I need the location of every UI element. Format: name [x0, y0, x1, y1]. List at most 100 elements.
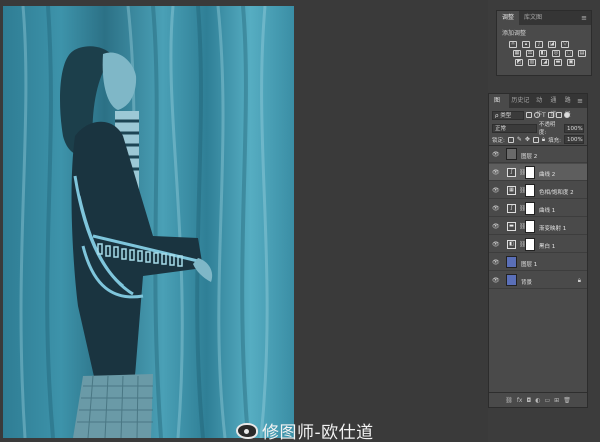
layer-name[interactable]: 渐变映射 1: [539, 224, 566, 232]
layer-thumbnail: [506, 256, 517, 268]
lock-position-icon[interactable]: ✥: [525, 136, 530, 143]
mask-icon[interactable]: ◘: [526, 397, 531, 404]
threshold-icon[interactable]: ◢: [541, 59, 549, 66]
curves-adjustment-icon: ∫: [507, 204, 516, 213]
visibility-eye-icon[interactable]: 👁︎: [492, 277, 500, 284]
brightness-contrast-icon[interactable]: ☼: [509, 41, 517, 48]
layer-mask-thumbnail[interactable]: [525, 166, 535, 179]
filter-pixel-icon[interactable]: [526, 112, 532, 118]
hue-saturation-adjustment-icon: ▦: [507, 186, 516, 195]
panel-menu-icon[interactable]: ≡: [577, 97, 583, 105]
layer-row[interactable]: 👁︎ ▦ ⛓︎ 色相/饱和度 2: [489, 182, 587, 199]
lock-transparent-icon[interactable]: [507, 136, 514, 143]
panel-menu-icon[interactable]: ≡: [581, 14, 587, 22]
tab-history[interactable]: 历史记录: [509, 94, 534, 118]
tab-actions[interactable]: 动作: [534, 94, 548, 118]
photo-content: [19, 6, 269, 438]
layer-name[interactable]: 曲线 1: [539, 206, 555, 214]
color-balance-icon[interactable]: ⚖: [526, 50, 534, 57]
tab-adjustments[interactable]: 调整: [497, 11, 520, 25]
vibrance-icon[interactable]: ▽: [561, 41, 569, 48]
fx-icon[interactable]: fx: [517, 397, 523, 404]
lock-icon: 🔒︎: [577, 277, 581, 284]
layers-tabs: 图层 历史记录 动作 通道 路径 ≡: [489, 94, 587, 118]
blend-mode-dropdown[interactable]: 正常: [492, 123, 537, 133]
filter-smart-object-icon[interactable]: [555, 112, 562, 118]
new-layer-icon[interactable]: ⊞: [554, 397, 559, 404]
gradient-map-adjustment-icon: ▬: [507, 222, 516, 231]
layer-name[interactable]: 黑白 1: [539, 242, 555, 250]
trash-icon[interactable]: 🗑︎: [563, 397, 571, 404]
layer-row[interactable]: 👁︎ 背景 🔒︎: [489, 272, 587, 289]
gradient-map-icon[interactable]: ▬: [554, 59, 562, 66]
tab-paths[interactable]: 路径: [563, 94, 577, 118]
layers-footer: ⛓︎ fx ◘ ◐ ▭ ⊞ 🗑︎: [489, 392, 587, 407]
posterize-icon[interactable]: ▥: [528, 59, 536, 66]
layer-name[interactable]: 图层 1: [521, 260, 537, 268]
layer-name[interactable]: 色相/饱和度 2: [539, 188, 574, 196]
levels-icon[interactable]: ▴: [522, 41, 530, 48]
visibility-eye-icon[interactable]: 👁︎: [492, 205, 500, 212]
canvas-area[interactable]: [0, 0, 488, 442]
layer-row[interactable]: 👁︎ ▬ ⛓︎ 渐变映射 1: [489, 218, 587, 235]
lock-label: 锁定:: [492, 137, 505, 144]
document-image[interactable]: [3, 6, 294, 438]
fill-label: 填充:: [548, 137, 561, 144]
layer-mask-thumbnail[interactable]: [525, 202, 535, 215]
exposure-icon[interactable]: ◪: [548, 41, 556, 48]
layer-row[interactable]: 👁︎ 图层 1: [489, 254, 587, 271]
folder-icon[interactable]: ▭: [544, 397, 550, 404]
blend-row: 正常 不透明度: 100%: [489, 122, 587, 136]
opacity-input[interactable]: 100%: [564, 123, 584, 133]
tab-layers[interactable]: 图层: [489, 94, 510, 118]
selective-color-icon[interactable]: ▣: [567, 59, 575, 66]
lock-artboard-icon[interactable]: [532, 136, 539, 143]
tab-library[interactable]: 库文图: [519, 11, 547, 25]
filter-toggle-icon[interactable]: [563, 112, 570, 118]
watermark-text: 修图师-欧仕道: [262, 423, 374, 442]
curves-adjustment-icon: ∫: [507, 168, 516, 177]
layer-name[interactable]: 背景: [521, 278, 532, 286]
visibility-eye-icon[interactable]: 👁︎: [492, 151, 500, 158]
invert-icon[interactable]: ◩: [515, 59, 523, 66]
layer-row[interactable]: 👁︎ ∫ ⛓︎ 曲线 1: [489, 200, 587, 217]
weibo-logo-icon: [236, 422, 258, 439]
watermark: 修图师-欧仕道: [236, 418, 374, 442]
tab-channels[interactable]: 通道: [548, 94, 562, 118]
fill-input[interactable]: 100%: [563, 135, 584, 144]
opacity-label: 不透明度:: [538, 122, 556, 136]
layer-row[interactable]: 👁︎ 图层 2: [489, 146, 587, 163]
lock-all-icon[interactable]: 🔒︎: [542, 136, 545, 144]
visibility-eye-icon[interactable]: 👁︎: [492, 187, 500, 194]
layer-mask-thumbnail[interactable]: [525, 238, 535, 251]
layer-mask-thumbnail[interactable]: [525, 184, 535, 197]
layer-row[interactable]: 👁︎ ◧ ⛓︎ 黑白 1: [489, 236, 587, 253]
black-white-icon[interactable]: ◧: [539, 50, 547, 57]
filter-shape-icon[interactable]: [547, 112, 554, 118]
photo-filter-icon[interactable]: ◎: [552, 50, 560, 57]
adjustments-subtitle: 添加调整: [502, 30, 527, 37]
layer-filter-dropdown[interactable]: ρ 类型: [492, 110, 524, 120]
channel-mixer-icon[interactable]: ◌: [565, 50, 573, 57]
adjustment-icon[interactable]: ◐: [535, 397, 540, 404]
filter-adjustment-icon[interactable]: [534, 112, 540, 118]
hue-saturation-icon[interactable]: ▦: [513, 50, 521, 57]
layer-mask-thumbnail[interactable]: [525, 220, 535, 233]
visibility-eye-icon[interactable]: 👁︎: [492, 169, 500, 176]
link-icon[interactable]: ⛓︎: [505, 397, 513, 404]
curves-icon[interactable]: ∫: [535, 41, 543, 48]
layer-thumbnail: [506, 274, 517, 286]
visibility-eye-icon[interactable]: 👁︎: [492, 259, 500, 266]
color-lookup-icon[interactable]: ▤: [578, 50, 586, 57]
visibility-eye-icon[interactable]: 👁︎: [492, 241, 500, 248]
layer-row[interactable]: 👁︎ ∫ ⛓︎ 曲线 2: [489, 164, 587, 181]
filter-type-icon[interactable]: T: [542, 112, 546, 119]
black-white-adjustment-icon: ◧: [507, 240, 516, 249]
layer-name[interactable]: 图层 2: [521, 152, 537, 160]
lock-image-icon[interactable]: ✎: [517, 136, 522, 143]
visibility-eye-icon[interactable]: 👁︎: [492, 223, 500, 230]
adjustments-panel: 调整 库文图 ≡ 添加调整 ☼ ▴ ∫ ◪ ▽ ▦ ⚖ ◧ ◎ ◌ ▤ ◩ ▥ …: [496, 10, 592, 76]
adjustments-tabs: 调整 库文图 ≡: [497, 11, 591, 25]
layer-name[interactable]: 曲线 2: [539, 170, 555, 178]
layer-thumbnail: [506, 148, 517, 160]
